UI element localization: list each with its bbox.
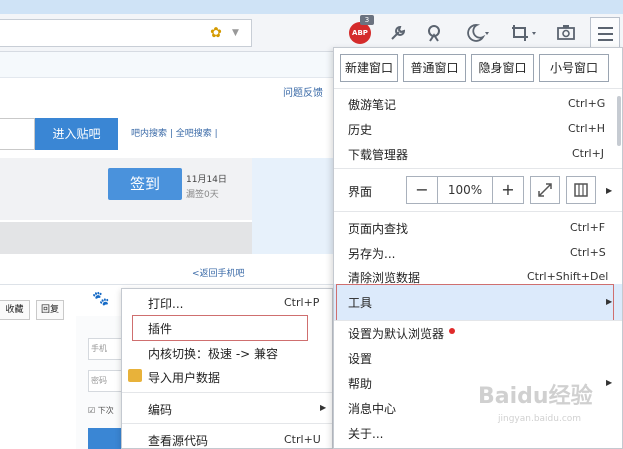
context-separator bbox=[122, 423, 332, 424]
search-links[interactable]: 吧内搜索 | 全吧搜索 | bbox=[131, 126, 218, 139]
submenu-arrow-icon: ▶ bbox=[320, 403, 327, 412]
menu-item-save-as-shortcut: Ctrl+S bbox=[570, 246, 606, 259]
menu-item-downloads[interactable]: 下载管理器 bbox=[348, 146, 408, 163]
reply-button[interactable]: 回复 bbox=[36, 300, 64, 320]
context-item-view-source-shortcut: Ctrl+U bbox=[284, 433, 321, 446]
private-window-button[interactable]: 隐身窗口 bbox=[471, 54, 534, 82]
wrench-icon[interactable] bbox=[386, 20, 410, 46]
menu-item-save-as[interactable]: 另存为... bbox=[348, 245, 395, 262]
camera-icon[interactable] bbox=[554, 20, 578, 46]
menu-item-set-default[interactable]: 设置为默认浏览器 bbox=[348, 325, 444, 342]
menu-item-history-shortcut: Ctrl+H bbox=[568, 122, 606, 135]
password-field[interactable]: 密码 bbox=[88, 370, 122, 392]
split-view-icon[interactable] bbox=[566, 176, 596, 204]
menu-item-notes-shortcut: Ctrl+G bbox=[568, 97, 606, 110]
phone-field[interactable]: 手机 bbox=[88, 338, 122, 360]
menu-item-history[interactable]: 历史 bbox=[348, 121, 372, 138]
context-item-import-data[interactable]: 导入用户数据 bbox=[148, 369, 220, 386]
menu-item-notes[interactable]: 傲游笔记 bbox=[348, 96, 396, 113]
menu-separator bbox=[334, 88, 622, 89]
user-icon[interactable] bbox=[422, 20, 446, 46]
enter-bar-button[interactable]: 进入贴吧 bbox=[35, 118, 118, 150]
title-bar bbox=[0, 0, 623, 14]
side-panel bbox=[252, 158, 338, 254]
paw-icon: 🐾 bbox=[92, 291, 110, 307]
remember-label: 下次 bbox=[97, 406, 114, 415]
menu-separator bbox=[334, 211, 622, 212]
zoom-label: 界面 bbox=[348, 185, 373, 199]
divider bbox=[0, 284, 340, 285]
zoom-level: 100% bbox=[437, 176, 493, 204]
zoom-out-button[interactable]: − bbox=[406, 176, 438, 204]
chevron-down-icon[interactable]: ▼ bbox=[232, 25, 244, 41]
context-item-plugins[interactable]: 插件 bbox=[148, 320, 172, 337]
context-item-print-shortcut: Ctrl+P bbox=[284, 296, 320, 309]
watermark-url: jingyan.baidu.com bbox=[498, 414, 582, 424]
menu-item-clear-data-shortcut: Ctrl+Shift+Del bbox=[527, 270, 609, 283]
alt-account-window-button[interactable]: 小号窗口 bbox=[539, 54, 609, 82]
menu-item-settings[interactable]: 设置 bbox=[348, 350, 372, 367]
context-item-encoding[interactable]: 编码 bbox=[148, 401, 172, 418]
import-folder-icon bbox=[128, 369, 142, 382]
login-button[interactable] bbox=[88, 428, 122, 449]
notification-dot bbox=[449, 328, 455, 334]
normal-window-button[interactable]: 普通窗口 bbox=[403, 54, 466, 82]
nav-band bbox=[0, 222, 252, 254]
moon-icon[interactable] bbox=[462, 20, 492, 46]
menu-item-help[interactable]: 帮助 bbox=[348, 375, 372, 392]
search-input[interactable] bbox=[0, 118, 35, 150]
menu-item-find-shortcut: Ctrl+F bbox=[570, 221, 606, 234]
scrollbar-thumb[interactable] bbox=[617, 96, 621, 146]
context-item-print[interactable]: 打印... bbox=[148, 295, 183, 312]
feedback-link[interactable]: 问题反馈 bbox=[283, 84, 323, 99]
hamburger-menu-icon[interactable] bbox=[590, 17, 620, 49]
menu-item-message-center[interactable]: 消息中心 bbox=[348, 400, 396, 417]
context-separator bbox=[122, 392, 332, 393]
menu-separator bbox=[334, 320, 622, 321]
watermark: Baidu经验 bbox=[478, 384, 593, 409]
new-window-button[interactable]: 新建窗口 bbox=[340, 54, 398, 82]
menu-item-tools[interactable]: 工具 bbox=[348, 294, 372, 311]
adblock-icon[interactable]: ABP bbox=[349, 22, 371, 44]
submenu-arrow-icon: ▶ bbox=[606, 297, 613, 306]
submenu-arrow-icon: ▶ bbox=[606, 186, 613, 195]
context-item-kernel-switch[interactable]: 内核切换：极速 -> 兼容 bbox=[148, 345, 278, 362]
adblock-count-badge: 3 bbox=[360, 15, 374, 25]
back-to-bar-link[interactable]: <返回手机吧 bbox=[192, 266, 245, 279]
signin-button[interactable]: 签到 bbox=[108, 168, 182, 200]
zoom-in-button[interactable]: + bbox=[492, 176, 524, 204]
tools-annotation-box bbox=[336, 284, 614, 321]
sign-missed-days: 漏签0天 bbox=[186, 190, 219, 200]
sign-date: 11月14日 bbox=[186, 175, 227, 185]
bee-icon[interactable]: ✿ bbox=[206, 24, 226, 42]
remember-checkbox[interactable]: ☑ 下次 bbox=[88, 405, 114, 416]
menu-item-find[interactable]: 页面内查找 bbox=[348, 220, 408, 237]
menu-item-about[interactable]: 关于... bbox=[348, 425, 383, 442]
menu-item-downloads-shortcut: Ctrl+J bbox=[572, 147, 605, 160]
collect-button[interactable]: 收藏 bbox=[0, 300, 30, 320]
fullscreen-icon[interactable] bbox=[530, 176, 560, 204]
crop-icon[interactable] bbox=[508, 20, 540, 46]
context-item-view-source[interactable]: 查看源代码 bbox=[148, 432, 208, 449]
menu-separator bbox=[334, 168, 622, 169]
